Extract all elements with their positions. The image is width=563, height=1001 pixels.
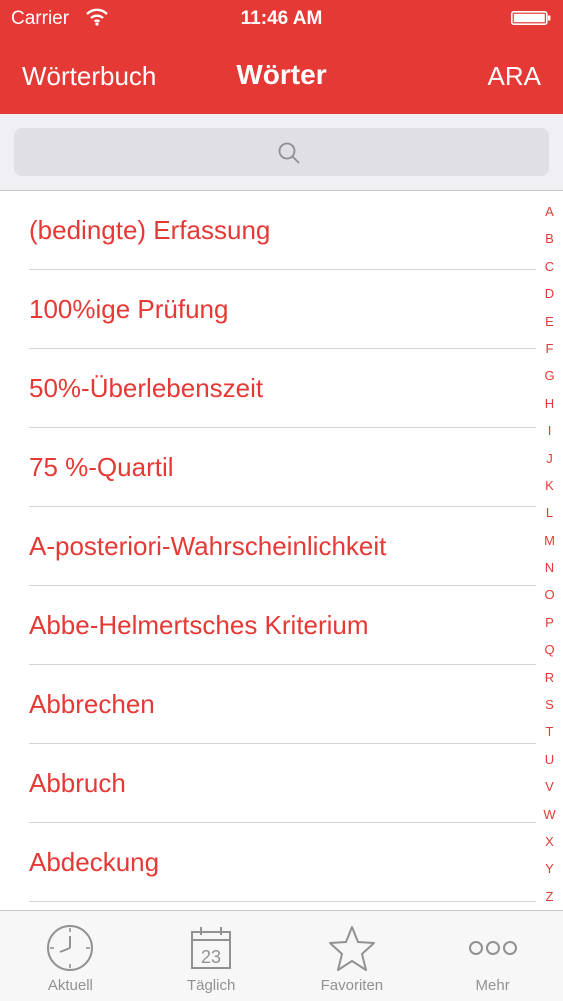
index-letter-e[interactable]: E (536, 308, 563, 335)
back-button[interactable]: Wörterbuch (22, 61, 156, 92)
search-input[interactable] (14, 128, 549, 176)
index-letter-l[interactable]: L (536, 499, 563, 526)
list-item[interactable]: 50%-Überlebenszeit (0, 349, 536, 428)
index-letter-k[interactable]: K (536, 472, 563, 499)
index-letter-y[interactable]: Y (536, 855, 563, 882)
index-letter-h[interactable]: H (536, 390, 563, 417)
index-letter-w[interactable]: W (536, 801, 563, 828)
calendar-day: 23 (201, 947, 221, 967)
clock-icon (47, 925, 94, 971)
more-icon (468, 941, 517, 955)
list-item[interactable]: Abdeckung (0, 823, 536, 902)
index-letter-t[interactable]: T (536, 718, 563, 745)
index-letter-f[interactable]: F (536, 335, 563, 362)
header: Carrier 11:46 AM Wörterbuch Wörter ARA (0, 0, 563, 114)
index-letter-r[interactable]: R (536, 664, 563, 691)
tab-label: Mehr (475, 977, 510, 994)
index-letter-n[interactable]: N (536, 554, 563, 581)
index-letter-a[interactable]: A (536, 198, 563, 225)
tab-label: Täglich (186, 977, 236, 994)
list-item[interactable]: A-posteriori-Wahrscheinlichkeit (0, 507, 536, 586)
search-area (0, 114, 563, 191)
tab-label: Favoriten (320, 977, 384, 994)
index-letter-u[interactable]: U (536, 746, 563, 773)
index-letter-m[interactable]: M (536, 527, 563, 554)
index-letter-c[interactable]: C (536, 253, 563, 280)
list-item[interactable]: (bedingte) Erfassung (0, 191, 536, 270)
navigation-bar: Wörterbuch Wörter ARA (0, 38, 563, 114)
tab-mehr[interactable]: Mehr (422, 911, 563, 1001)
index-letter-v[interactable]: V (536, 773, 563, 800)
tab-label: Aktuell (47, 977, 93, 994)
list-item[interactable]: Abbrechen (0, 665, 536, 744)
battery-icon (511, 11, 551, 25)
index-letter-b[interactable]: B (536, 225, 563, 252)
index-letter-p[interactable]: P (536, 609, 563, 636)
section-index[interactable]: A B C D E F G H I J K L M N O P Q R S T … (536, 198, 563, 910)
list-item[interactable]: Abbe-Helmertsches Kriterium (0, 586, 536, 665)
tab-favoriten[interactable]: Favoriten (282, 911, 423, 1001)
search-icon (278, 142, 300, 164)
index-letter-d[interactable]: D (536, 280, 563, 307)
list-item[interactable]: Abbruch (0, 744, 536, 823)
index-letter-i[interactable]: I (536, 417, 563, 444)
list-item[interactable] (0, 902, 536, 910)
calendar-icon: 23 (191, 927, 232, 969)
index-letter-z[interactable]: Z (536, 883, 563, 910)
list-item[interactable]: 100%ige Prüfung (0, 270, 536, 349)
index-letter-s[interactable]: S (536, 691, 563, 718)
status-time: 11:46 AM (240, 8, 323, 29)
index-letter-j[interactable]: J (536, 445, 563, 472)
status-bar: Carrier 11:46 AM (0, 0, 563, 38)
word-list: (bedingte) Erfassung 100%ige Prüfung 50%… (0, 191, 536, 910)
list-item[interactable]: 75 %-Quartil (0, 428, 536, 507)
index-letter-o[interactable]: O (536, 581, 563, 608)
star-icon (328, 926, 375, 971)
language-button[interactable]: ARA (488, 61, 541, 92)
index-letter-x[interactable]: X (536, 828, 563, 855)
tab-aktuell[interactable]: Aktuell (0, 911, 141, 1001)
tab-bar: Aktuell 23 Täglich Favoriten Mehr (0, 910, 563, 1001)
index-letter-g[interactable]: G (536, 362, 563, 389)
tab-taeglich[interactable]: 23 Täglich (141, 911, 282, 1001)
index-letter-q[interactable]: Q (536, 636, 563, 663)
